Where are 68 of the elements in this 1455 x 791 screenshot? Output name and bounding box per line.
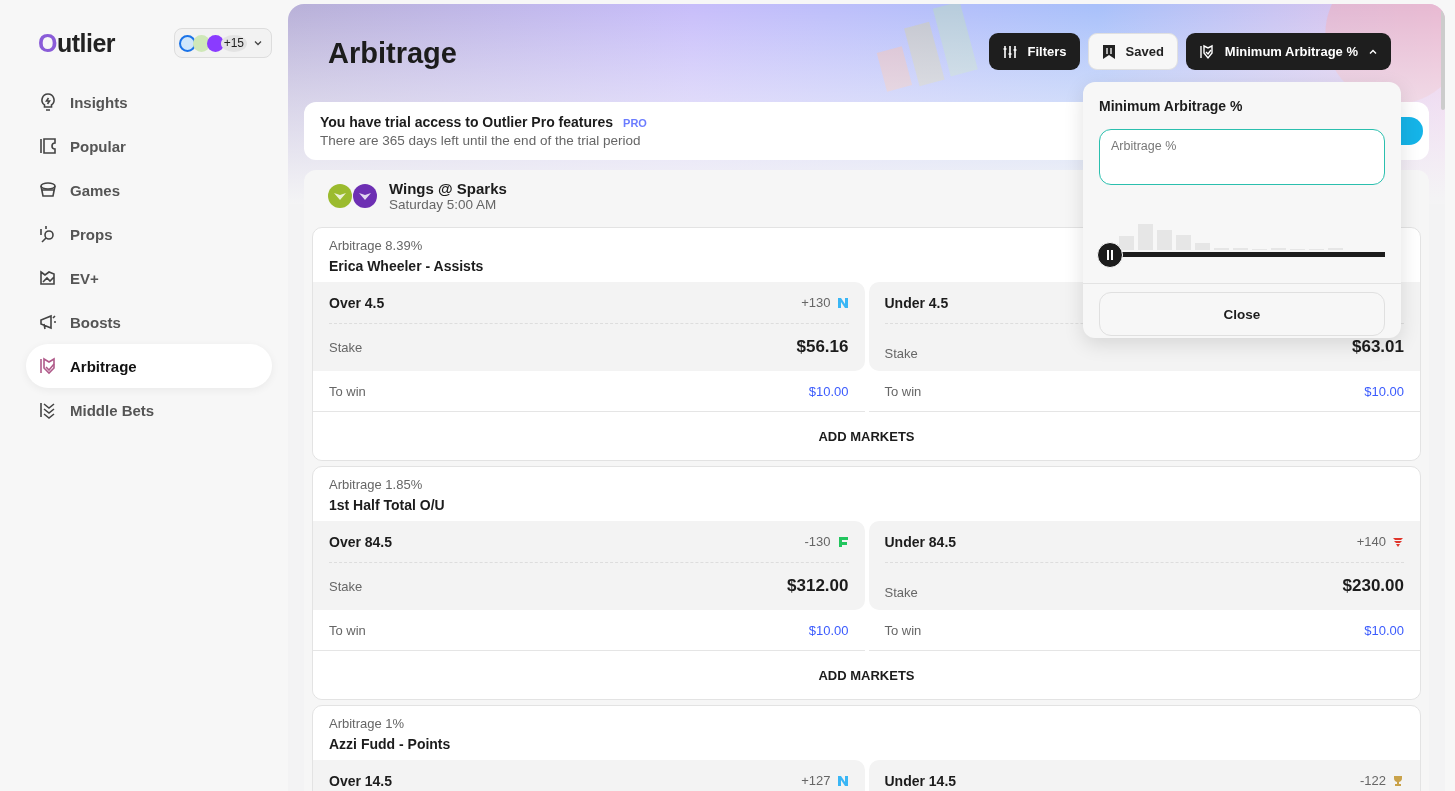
bet-label: Over 14.5 xyxy=(329,772,393,789)
stake-amount: $230.00 xyxy=(1342,576,1404,596)
close-button[interactable]: Close xyxy=(1099,292,1385,336)
nav-item[interactable]: Popular xyxy=(26,124,272,168)
stake-amount: $56.16 xyxy=(796,337,849,357)
slider-handle[interactable] xyxy=(1097,242,1123,268)
stake-amount: $312.00 xyxy=(787,576,849,596)
megaphone-icon xyxy=(38,312,58,332)
dropdown-button[interactable]: Minimum Arbitrage % xyxy=(1185,33,1391,70)
stake-label: Stake xyxy=(329,339,363,355)
ticket-icon xyxy=(38,136,58,156)
nav-item[interactable]: Props xyxy=(26,212,272,256)
market-name: Erica Wheeler - Assists xyxy=(329,258,484,274)
odds: +140 xyxy=(1356,534,1386,549)
nav-item[interactable]: Arbitrage xyxy=(26,344,272,388)
game-title: Wings @ Sparks xyxy=(389,180,507,197)
to-win-label: To win xyxy=(329,383,366,399)
page-title: Arbitrage xyxy=(328,36,457,70)
to-win-label: To win xyxy=(884,383,922,399)
shield-check-icon xyxy=(38,356,58,376)
to-win-amount: $10.00 xyxy=(808,622,849,638)
trial-subtitle: There are 365 days left until the end of the trial period xyxy=(320,133,642,148)
stake-label: Stake xyxy=(884,345,918,361)
nav-item[interactable]: Boosts xyxy=(26,300,272,344)
to-win-amount: $10.00 xyxy=(1364,622,1404,638)
trial-title: You have trial access to Outlier Pro features xyxy=(320,114,614,130)
toolbar-button[interactable]: Filters xyxy=(988,33,1080,70)
arbitrage-percent: Arbitrage 1.85% xyxy=(329,477,423,492)
chart-icon xyxy=(38,268,58,288)
odds: +130 xyxy=(801,295,831,310)
to-win-label: To win xyxy=(884,622,922,638)
pro-label: PRO xyxy=(623,117,647,129)
stake-label: Stake xyxy=(884,584,918,600)
bet-label: Under 4.5 xyxy=(884,294,949,311)
chevron-icon xyxy=(253,38,263,48)
outlier-logo[interactable]: Outlier xyxy=(38,28,116,58)
nav-item[interactable]: Games xyxy=(26,168,272,212)
sportsbooks-selector[interactable]: +15 xyxy=(173,28,272,58)
nav-item[interactable]: EV+ xyxy=(26,256,272,300)
shield-check-icon xyxy=(1198,43,1215,60)
popover-title: Minimum Arbitrage % xyxy=(1099,98,1244,114)
sliders-icon xyxy=(1001,43,1018,60)
input-field[interactable]: Arbitrage % xyxy=(1099,129,1385,185)
arbitrage-percent: Arbitrage 1% xyxy=(329,716,405,731)
bowl-icon xyxy=(38,180,58,200)
odds: -130 xyxy=(804,534,831,549)
nav-item[interactable]: Middle Bets xyxy=(26,388,272,432)
bet-label: Under 84.5 xyxy=(884,533,957,550)
bet-label: Over 4.5 xyxy=(329,294,385,311)
market-name: 1st Half Total O/U xyxy=(329,497,445,513)
game-time: Saturday 5:00 AM xyxy=(389,197,498,212)
to-win-amount: $10.00 xyxy=(1364,383,1404,399)
stake-amount: $63.01 xyxy=(1352,337,1404,357)
market-name: Azzi Fudd - Points xyxy=(329,736,451,752)
bet-label: Over 84.5 xyxy=(329,533,393,550)
nav-item[interactable]: Insights xyxy=(26,80,272,124)
more-count: +15 xyxy=(220,34,247,52)
bet-label: Under 14.5 xyxy=(884,772,957,789)
stake-label: Stake xyxy=(329,578,363,594)
toolbar-button[interactable]: Saved xyxy=(1087,33,1178,70)
sportsbook-logo xyxy=(178,34,196,52)
bookmark-icon xyxy=(1101,43,1116,60)
to-win-label: To win xyxy=(329,622,366,638)
to-win-amount: $10.00 xyxy=(808,383,849,399)
odds: +127 xyxy=(801,773,831,788)
arbitrage-percent: Arbitrage 8.39% xyxy=(329,238,423,253)
odds: -122 xyxy=(1359,773,1386,788)
bulb-icon xyxy=(38,92,58,112)
